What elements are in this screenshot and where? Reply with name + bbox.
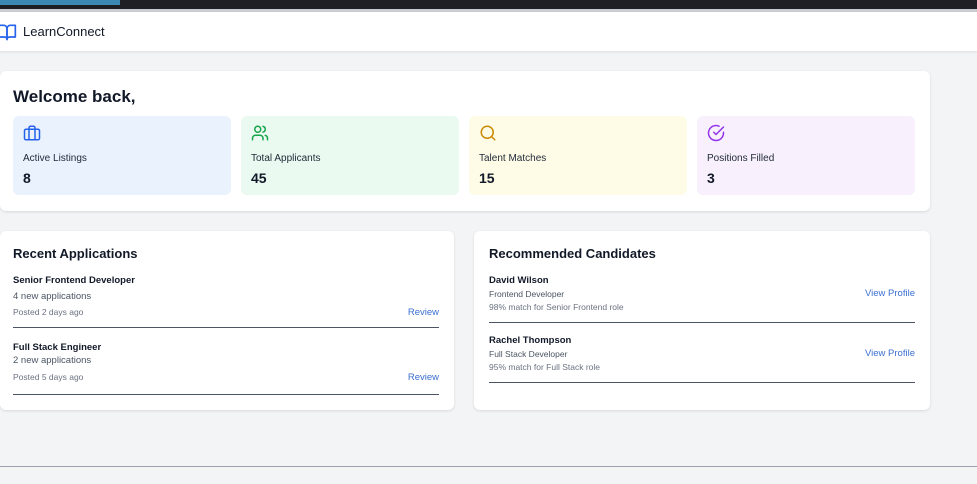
application-title: Full Stack Engineer [13, 342, 102, 353]
candidate-name: Rachel Thompson [489, 335, 572, 346]
window-top-tint [0, 0, 120, 5]
stat-value: 3 [707, 170, 715, 186]
recent-applications-card: Recent Applications Senior Frontend Deve… [0, 231, 454, 410]
stat-label: Active Listings [23, 153, 87, 164]
book-open-icon [0, 24, 17, 40]
candidate-row: Rachel Thompson Full Stack Developer 95%… [489, 335, 915, 383]
candidate-role: Frontend Developer [489, 289, 565, 299]
review-link[interactable]: Review [408, 372, 439, 383]
welcome-card: Welcome back, Active Listings 8 Total Ap… [0, 71, 930, 211]
recommended-candidates-card: Recommended Candidates David Wilson Fron… [474, 231, 930, 410]
stat-label: Talent Matches [479, 153, 547, 164]
application-title: Senior Frontend Developer [13, 275, 135, 286]
brand-logo[interactable]: LearnConnect [0, 22, 105, 42]
stat-card-active-listings[interactable]: Active Listings 8 [13, 116, 231, 195]
check-circle-icon [707, 124, 725, 142]
review-link[interactable]: Review [408, 307, 439, 318]
application-row: Senior Frontend Developer 4 new applicat… [13, 275, 439, 328]
stat-label: Total Applicants [251, 153, 321, 164]
application-count: 2 new applications [13, 355, 92, 366]
brand-name: LearnConnect [23, 24, 105, 39]
stat-card-positions-filled[interactable]: Positions Filled 3 [697, 116, 915, 195]
search-icon [480, 125, 496, 141]
candidate-role: Full Stack Developer [489, 349, 568, 359]
briefcase-icon [23, 125, 41, 141]
view-profile-link[interactable]: View Profile [865, 348, 915, 359]
welcome-title: Welcome back, [13, 87, 136, 106]
top-navbar: LearnConnect [0, 12, 977, 52]
stat-label: Positions Filled [707, 153, 775, 164]
users-icon [251, 125, 269, 141]
candidate-match: 95% match for Full Stack role [489, 362, 601, 372]
candidate-row: David Wilson Frontend Developer 98% matc… [489, 275, 915, 323]
application-row: Full Stack Engineer 2 new applications P… [13, 342, 439, 395]
application-count: 4 new applications [13, 291, 92, 302]
view-profile-link[interactable]: View Profile [865, 288, 915, 299]
recent-applications-title: Recent Applications [13, 246, 138, 261]
window-top-strip [0, 0, 977, 12]
stat-value: 8 [23, 170, 31, 186]
candidate-match: 98% match for Senior Frontend role [489, 302, 624, 312]
application-posted: Posted 5 days ago [13, 372, 84, 382]
stat-card-talent-matches[interactable]: Talent Matches 15 [469, 116, 687, 195]
stat-card-total-applicants[interactable]: Total Applicants 45 [241, 116, 459, 195]
candidate-name: David Wilson [489, 275, 549, 286]
stat-value: 15 [479, 170, 495, 186]
application-posted: Posted 2 days ago [13, 307, 84, 317]
footer-divider [0, 466, 977, 467]
recommended-candidates-title: Recommended Candidates [489, 246, 656, 261]
stat-value: 45 [251, 170, 267, 186]
